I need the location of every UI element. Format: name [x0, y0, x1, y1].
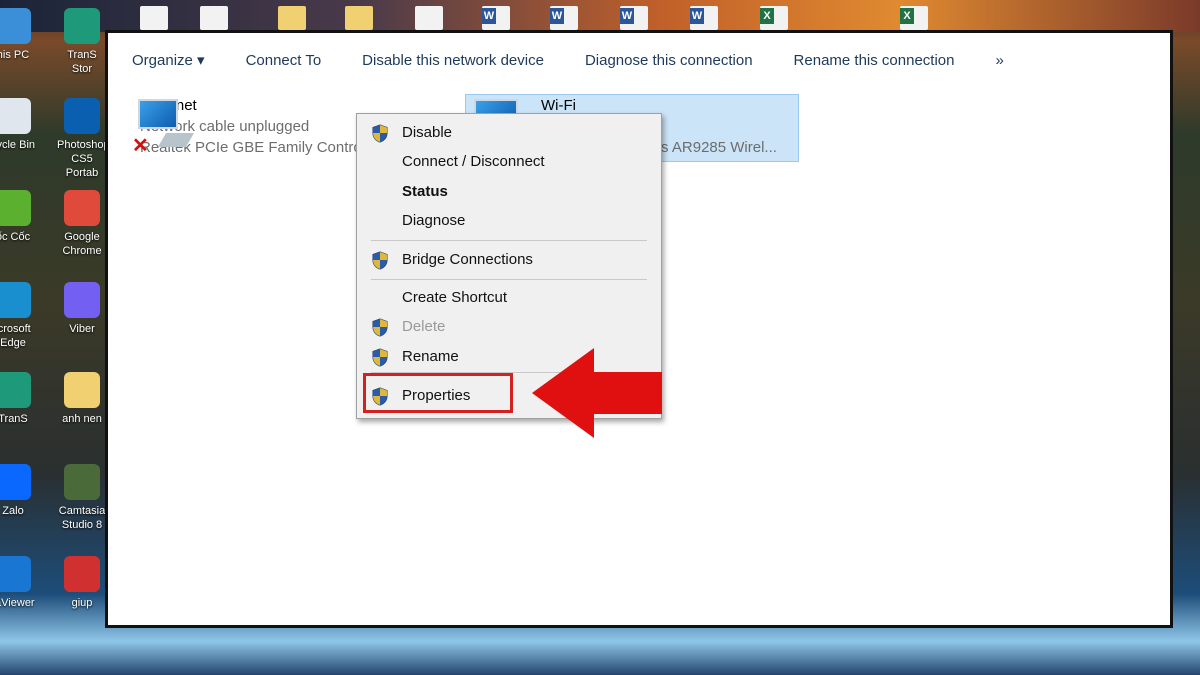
- app-icon: [64, 464, 100, 500]
- app-icon: [64, 8, 100, 44]
- menu-separator: [371, 240, 647, 241]
- connect-to-button[interactable]: Connect To: [246, 52, 322, 69]
- desktop-icon[interactable]: TranS Stor: [57, 8, 107, 76]
- connection-ethernet[interactable]: ✕ Ethernet Network cable unplugged Realt…: [132, 95, 362, 158]
- desktop-icon[interactable]: ốc Cốc: [0, 190, 38, 244]
- desktop-icon[interactable]: Camtasia Studio 8: [57, 464, 107, 532]
- word-document-icon[interactable]: [620, 6, 648, 30]
- app-icon: [0, 190, 31, 226]
- desktop-icon-label: Zalo: [2, 505, 24, 517]
- diagnose-connection-button[interactable]: Diagnose this connection: [585, 52, 753, 69]
- menu-item-label: Diagnose: [402, 212, 466, 229]
- desktop-icon[interactable]: TranS: [0, 372, 38, 426]
- menu-item-delete[interactable]: Delete: [357, 313, 661, 341]
- desktop-icon-label: anh nen: [62, 413, 102, 425]
- menu-item-label: Delete: [402, 318, 446, 335]
- menu-item-label: Bridge Connections: [402, 251, 533, 268]
- desktop-icon-label: TranS Stor: [67, 49, 97, 75]
- app-icon: [0, 98, 31, 134]
- toolbar: Organize ▾ Connect To Disable this netwo…: [108, 33, 1170, 87]
- desktop-icon[interactable]: raViewer: [0, 556, 38, 610]
- file-icon[interactable]: [140, 6, 168, 30]
- desktop-icon[interactable]: anh nen: [57, 372, 107, 426]
- desktop-icon-label: raViewer: [0, 597, 35, 609]
- desktop-icon-label: TranS: [0, 413, 28, 425]
- desktop-icon[interactable]: his PC: [0, 8, 38, 62]
- desktop-icon-label: cycle Bin: [0, 139, 36, 151]
- rename-connection-button[interactable]: Rename this connection: [794, 52, 955, 69]
- menu-item-label: Create Shortcut: [402, 289, 508, 306]
- desktop-icon-label: Viber: [69, 323, 95, 335]
- desktop-icon-label: Google Chrome: [62, 231, 102, 257]
- app-icon: [0, 8, 31, 44]
- desktop-icon[interactable]: Viber: [57, 282, 107, 336]
- menu-item-bridge-connections[interactable]: Bridge Connections: [357, 246, 661, 274]
- menu-item-label: Connect / Disconnect: [402, 153, 545, 170]
- disable-device-button[interactable]: Disable this network device: [362, 52, 544, 69]
- app-icon: [64, 190, 100, 226]
- app-icon: [0, 282, 31, 318]
- menu-item-connect-disconnect[interactable]: Connect / Disconnect: [357, 148, 661, 176]
- word-document-icon[interactable]: [690, 6, 718, 30]
- desktop-icon[interactable]: cycle Bin: [0, 98, 38, 152]
- word-document-icon[interactable]: [482, 6, 510, 30]
- word-document-icon[interactable]: [550, 6, 578, 30]
- uac-shield-icon: [372, 251, 388, 270]
- menu-item-label: Rename: [402, 348, 459, 365]
- desktop-icon[interactable]: Google Chrome: [57, 190, 107, 258]
- menu-item-create-shortcut[interactable]: Create Shortcut: [357, 284, 661, 312]
- desktop-icon-label: his PC: [0, 49, 30, 61]
- app-icon: [0, 556, 31, 592]
- desktop-icon-label: icrosoft Edge: [0, 323, 31, 349]
- properties-highlight-box: [363, 373, 513, 413]
- app-icon: [0, 464, 31, 500]
- red-arrow-annotation: [532, 348, 662, 438]
- connection-name: Wi-Fi: [541, 97, 576, 114]
- desktop-icon-label: ốc Cốc: [0, 231, 31, 243]
- desktop-icon[interactable]: giup: [57, 556, 107, 610]
- desktop-icon-label: Photoshop CS5 Portab: [57, 139, 110, 179]
- menu-item-label: Disable: [402, 124, 453, 141]
- menu-item-status[interactable]: Status: [357, 178, 661, 206]
- app-icon: [64, 282, 100, 318]
- uac-shield-icon: [372, 124, 388, 143]
- file-icon[interactable]: [200, 6, 228, 30]
- menu-item-disable[interactable]: Disable: [357, 119, 661, 147]
- folder-icon[interactable]: [345, 6, 373, 30]
- more-chevron-icon[interactable]: »: [995, 52, 1003, 69]
- desktop-icon-label: Camtasia Studio 8: [58, 505, 106, 531]
- app-icon: [64, 556, 100, 592]
- desktop-icon[interactable]: Photoshop CS5 Portab: [57, 98, 110, 180]
- uac-shield-icon: [372, 318, 388, 337]
- menu-item-diagnose[interactable]: Diagnose: [357, 207, 661, 235]
- app-icon: [64, 372, 100, 408]
- menu-separator: [371, 279, 647, 280]
- menu-item-label: Status: [402, 183, 448, 200]
- organize-button[interactable]: Organize ▾: [132, 51, 205, 69]
- desktop-top-strip: [0, 0, 1200, 32]
- uac-shield-icon: [372, 348, 388, 367]
- desktop-icon[interactable]: Zalo: [0, 464, 38, 518]
- folder-icon[interactable]: [278, 6, 306, 30]
- file-icon[interactable]: [415, 6, 443, 30]
- app-icon: [64, 98, 100, 134]
- excel-document-icon[interactable]: [760, 6, 788, 30]
- app-icon: [0, 372, 31, 408]
- desktop-icon-label: giup: [71, 597, 93, 609]
- desktop-icon[interactable]: icrosoft Edge: [0, 282, 38, 350]
- excel-document-icon[interactable]: [900, 6, 928, 30]
